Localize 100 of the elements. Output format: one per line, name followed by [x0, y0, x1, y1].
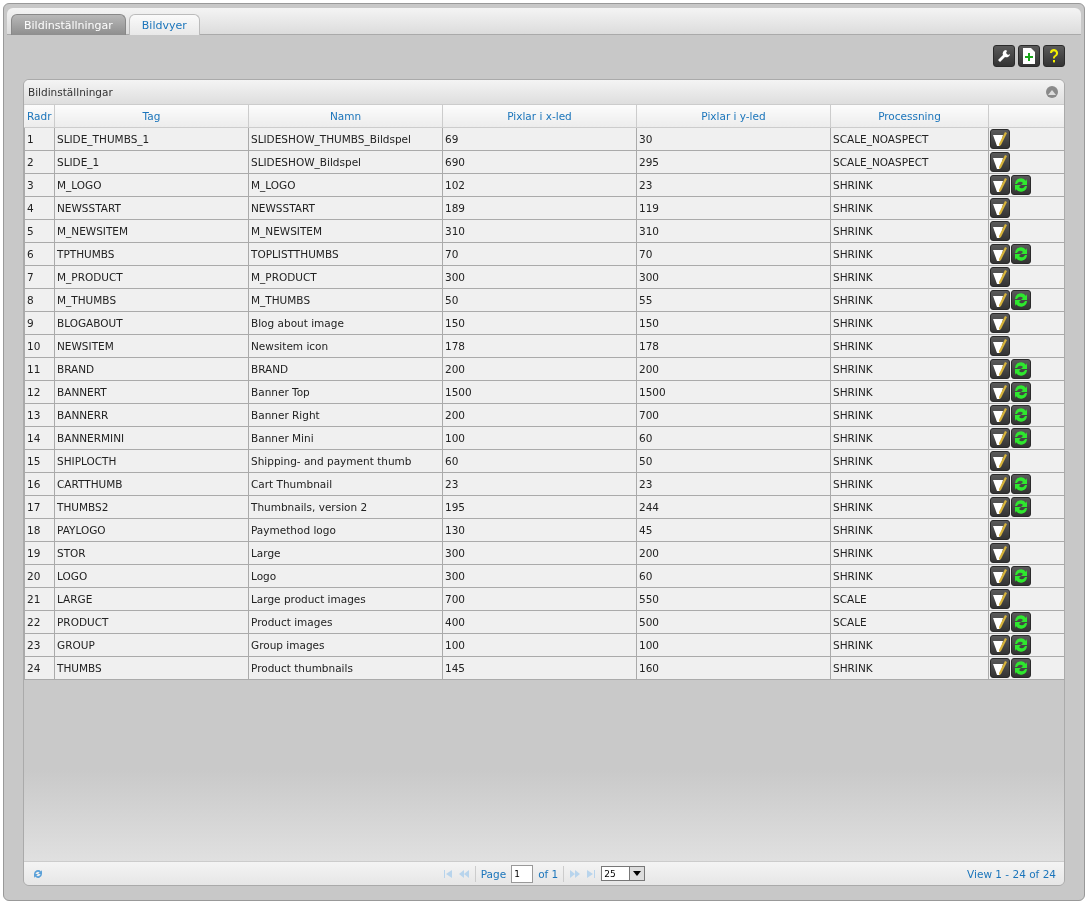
table-cell: 12: [24, 380, 55, 404]
refresh-icon-button[interactable]: [1011, 428, 1031, 448]
panel-title: Bildinställningar: [28, 86, 113, 98]
column-header[interactable]: Tag: [142, 110, 161, 122]
edit-icon-button[interactable]: [990, 497, 1010, 517]
table-cell: 100: [442, 633, 637, 657]
edit-icon-button[interactable]: [990, 129, 1010, 149]
edit-icon-button[interactable]: [990, 566, 1010, 586]
column-header[interactable]: Pixlar i y-led: [701, 110, 766, 122]
refresh-icon-button[interactable]: [1011, 382, 1031, 402]
tab[interactable]: Bildinställningar: [11, 14, 126, 35]
table-cell: 60: [636, 564, 831, 588]
table-cell: 17: [24, 495, 55, 519]
table-cell: 2: [24, 150, 55, 174]
table-cell: THUMBS2: [54, 495, 249, 519]
edit-icon-button[interactable]: [990, 152, 1010, 172]
edit-icon-button[interactable]: [990, 198, 1010, 218]
edit-icon-button[interactable]: [990, 474, 1010, 494]
table-cell: SHRINK: [830, 426, 989, 450]
edit-icon-button[interactable]: [990, 175, 1010, 195]
collapse-icon[interactable]: [1046, 86, 1058, 98]
add-button[interactable]: [1018, 45, 1040, 67]
table-cell: 10: [24, 334, 55, 358]
table-cell: 70: [636, 242, 831, 266]
table-cell: SLIDESHOW_THUMBS_Bildspel: [248, 127, 443, 151]
table-cell: Product images: [248, 610, 443, 634]
table-cell: Paymethod logo: [248, 518, 443, 542]
edit-icon-button[interactable]: [990, 612, 1010, 632]
table-cell: 102: [442, 173, 637, 197]
edit-icon-button[interactable]: [990, 336, 1010, 356]
edit-icon-button[interactable]: [990, 451, 1010, 471]
table-cell: 55: [636, 288, 831, 312]
refresh-icon-button[interactable]: [1011, 566, 1031, 586]
edit-icon-button[interactable]: [990, 520, 1010, 540]
help-button[interactable]: [1043, 45, 1065, 67]
table-cell: 8: [24, 288, 55, 312]
refresh-icon-button[interactable]: [1011, 175, 1031, 195]
table-cell: 23: [442, 472, 637, 496]
table-cell: 150: [636, 311, 831, 335]
table-cell: 119: [636, 196, 831, 220]
edit-icon-button[interactable]: [990, 382, 1010, 402]
tab[interactable]: Bildvyer: [128, 14, 200, 35]
edit-icon-button[interactable]: [990, 635, 1010, 655]
edit-icon-button[interactable]: [990, 405, 1010, 425]
table-cell: PRODUCT: [54, 610, 249, 634]
refresh-icon-button[interactable]: [1011, 658, 1031, 678]
table-cell: 14: [24, 426, 55, 450]
table-cell: 50: [636, 449, 831, 473]
edit-icon-button[interactable]: [990, 658, 1010, 678]
refresh-icon-button[interactable]: [1011, 612, 1031, 632]
page-size-select[interactable]: 25: [601, 866, 646, 881]
edit-icon-button[interactable]: [990, 589, 1010, 609]
edit-icon-button[interactable]: [990, 313, 1010, 333]
refresh-icon-button[interactable]: [1011, 244, 1031, 264]
table-cell: 45: [636, 518, 831, 542]
table-cell: 200: [442, 357, 637, 381]
settings-button[interactable]: [993, 45, 1015, 67]
table-cell: 23: [636, 472, 831, 496]
refresh-icon-button[interactable]: [1011, 359, 1031, 379]
table-cell: SLIDE_THUMBS_1: [54, 127, 249, 151]
table-cell: Blog about image: [248, 311, 443, 335]
page-input[interactable]: 1: [511, 864, 534, 883]
edit-icon-button[interactable]: [990, 221, 1010, 241]
table-cell: 150: [442, 311, 637, 335]
table-cell: 30: [636, 127, 831, 151]
table-cell: M_NEWSITEM: [248, 219, 443, 243]
table-cell: GROUP: [54, 633, 249, 657]
edit-icon-button[interactable]: [990, 244, 1010, 264]
column-header[interactable]: Pixlar i x-led: [507, 110, 572, 122]
table-cell: SLIDESHOW_Bildspel: [248, 150, 443, 174]
table-cell: 20: [24, 564, 55, 588]
table-cell: THUMBS: [54, 656, 249, 680]
table-cell: 178: [636, 334, 831, 358]
edit-icon-button[interactable]: [990, 290, 1010, 310]
table-cell: SHRINK: [830, 311, 989, 335]
table-cell: 500: [636, 610, 831, 634]
table-cell: M_THUMBS: [54, 288, 249, 312]
table-cell: 700: [442, 587, 637, 611]
table-cell: 690: [442, 150, 637, 174]
table-cell: Banner Right: [248, 403, 443, 427]
refresh-icon-button[interactable]: [1011, 635, 1031, 655]
table-cell: 200: [636, 541, 831, 565]
table-cell: 195: [442, 495, 637, 519]
table-cell: SHRINK: [830, 495, 989, 519]
refresh-icon-button[interactable]: [1011, 290, 1031, 310]
edit-icon-button[interactable]: [990, 359, 1010, 379]
table-cell: BLOGABOUT: [54, 311, 249, 335]
table-cell: BRAND: [248, 357, 443, 381]
table-cell: SHIPLOCTH: [54, 449, 249, 473]
edit-icon-button[interactable]: [990, 428, 1010, 448]
table-cell: SHRINK: [830, 633, 989, 657]
table-cell: 550: [636, 587, 831, 611]
edit-icon-button[interactable]: [990, 543, 1010, 563]
refresh-icon-button[interactable]: [1011, 497, 1031, 517]
refresh-icon-button[interactable]: [1011, 405, 1031, 425]
edit-icon-button[interactable]: [990, 267, 1010, 287]
table-cell: 100: [636, 633, 831, 657]
refresh-icon-button[interactable]: [1011, 474, 1031, 494]
table-cell: BANNERR: [54, 403, 249, 427]
column-header[interactable]: Namn: [329, 110, 362, 122]
